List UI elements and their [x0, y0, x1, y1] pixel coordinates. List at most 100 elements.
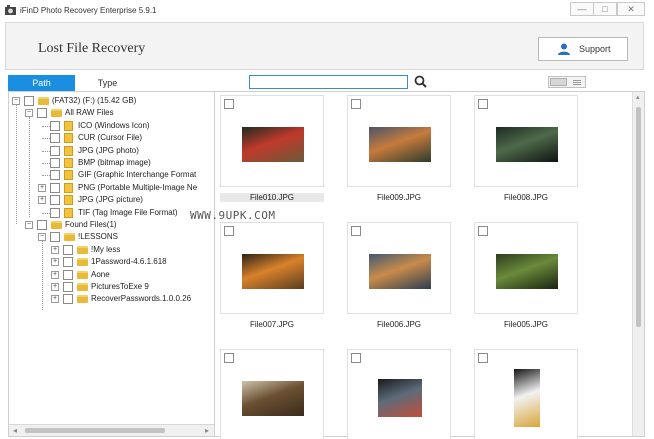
header-bar: Lost File Recovery Support: [5, 22, 644, 70]
tree-checkbox[interactable]: [37, 108, 47, 119]
thumbnail-card[interactable]: [474, 349, 578, 439]
thumbnail-card[interactable]: [220, 222, 324, 314]
tree-connector: [42, 212, 50, 214]
tree-checkbox[interactable]: [63, 269, 73, 280]
collapse-icon[interactable]: −: [25, 221, 33, 229]
list-view-icon[interactable]: [570, 78, 584, 86]
tree-checkbox[interactable]: [50, 170, 60, 181]
search-icon[interactable]: [414, 75, 427, 88]
maximize-button[interactable]: □: [593, 2, 617, 16]
minimize-button[interactable]: —: [570, 2, 594, 16]
thumbnail-checkbox[interactable]: [478, 99, 488, 109]
tree-item[interactable]: TIF (Tag Image File Format): [9, 207, 214, 219]
tree-checkbox[interactable]: [50, 133, 60, 144]
thumbnail-card[interactable]: [220, 95, 324, 187]
thumbnail-checkbox[interactable]: [478, 226, 488, 236]
thumbnail-card[interactable]: [220, 349, 324, 439]
tree-item[interactable]: − Found Files(1): [9, 219, 214, 231]
tree-checkbox[interactable]: [63, 257, 73, 268]
scroll-right-icon[interactable]: ▸: [205, 426, 209, 435]
horizontal-scrollbar[interactable]: ◂ ▸: [9, 424, 214, 436]
expand-icon[interactable]: +: [51, 283, 59, 291]
tree-checkbox[interactable]: [50, 232, 60, 243]
thumbnail-checkbox[interactable]: [224, 353, 234, 363]
tree-item[interactable]: − All RAW Files: [9, 107, 214, 119]
tree-item[interactable]: + !My less: [9, 244, 214, 256]
tree-checkbox[interactable]: [63, 282, 73, 292]
expand-icon[interactable]: +: [51, 295, 59, 304]
tree-item[interactable]: + JPG (JPG picture): [9, 194, 214, 206]
tree-connector: [42, 175, 50, 177]
thumbnail-checkbox[interactable]: [351, 226, 361, 236]
folder-icon: [77, 258, 88, 267]
tree-connector: [42, 138, 50, 140]
close-icon: ✕: [627, 4, 635, 14]
tab-type[interactable]: Type: [76, 75, 139, 91]
thumbnail-card[interactable]: [474, 95, 578, 187]
scroll-up-icon[interactable]: ▴: [636, 93, 640, 101]
tree-item[interactable]: CUR (Cursor File): [9, 132, 214, 144]
tree-item-label: All RAW Files: [65, 108, 114, 118]
tree-item[interactable]: + PNG (Portable Multiple-Image Ne: [9, 182, 214, 194]
grid-view-icon[interactable]: [550, 78, 567, 86]
tree-checkbox[interactable]: [50, 195, 60, 206]
file-icon: [64, 182, 73, 193]
photo-thumbnail: [369, 253, 431, 289]
expand-icon[interactable]: +: [51, 270, 59, 279]
close-button[interactable]: ✕: [617, 2, 645, 16]
tree-item-label: BMP (bitmap image): [78, 158, 151, 167]
file-icon: [64, 133, 73, 144]
tree-checkbox[interactable]: [50, 145, 60, 156]
tab-path[interactable]: Path: [8, 75, 75, 91]
maximize-icon: □: [602, 4, 608, 14]
thumbnail-card[interactable]: [474, 222, 578, 314]
search-input[interactable]: [249, 75, 408, 89]
tree-item-label: 1Password-4.6.1.618: [91, 257, 167, 267]
expand-icon[interactable]: +: [51, 245, 59, 254]
tree-item[interactable]: ICO (Windows Icon): [9, 120, 214, 132]
tree-item[interactable]: + RecoverPasswords.1.0.0.26: [9, 293, 214, 305]
thumbnail-checkbox[interactable]: [351, 99, 361, 109]
tree-item[interactable]: − (FAT32) (F:) (15.42 GB): [9, 95, 214, 107]
tree-item[interactable]: + Aone: [9, 269, 214, 281]
minimize-icon: —: [577, 4, 587, 14]
tree-checkbox[interactable]: [50, 207, 60, 218]
tree-connector: [42, 125, 50, 127]
thumbnail-card[interactable]: [347, 349, 451, 439]
thumbnail-checkbox[interactable]: [478, 353, 488, 363]
tree-item-label: JPG (JPG picture): [78, 195, 143, 205]
thumbnail-card[interactable]: [347, 95, 451, 187]
tree-item[interactable]: − !LESSONS: [9, 231, 214, 243]
vertical-scrollbar[interactable]: ▴: [632, 92, 644, 436]
tree-checkbox[interactable]: [50, 182, 60, 193]
tree-checkbox[interactable]: [50, 158, 60, 168]
tree-item[interactable]: BMP (bitmap image): [9, 157, 214, 169]
watermark: WWW.9UPK.COM: [190, 209, 276, 222]
expand-icon[interactable]: +: [38, 196, 46, 205]
tree-item[interactable]: GIF (Graphic Interchange Format: [9, 169, 214, 181]
file-icon: [64, 195, 73, 206]
tree-item-label: JPG (JPG photo): [78, 145, 139, 155]
tree-item[interactable]: +1Password-4.6.1.618: [9, 256, 214, 268]
tree-checkbox[interactable]: [24, 96, 34, 106]
tree-item-label: CUR (Cursor File): [78, 133, 142, 143]
scroll-left-icon[interactable]: ◂: [13, 426, 17, 435]
tree-item-label: !My less: [91, 244, 121, 254]
tree-checkbox[interactable]: [37, 220, 47, 230]
thumbnail-checkbox[interactable]: [224, 226, 234, 236]
folder-tree-panel: − (FAT32) (F:) (15.42 GB) − All RAW Files IC…: [8, 91, 215, 437]
scroll-thumb[interactable]: [636, 107, 641, 327]
tree-item[interactable]: JPG (JPG photo): [9, 145, 214, 157]
thumbnail-card[interactable]: [347, 222, 451, 314]
thumbnail-checkbox[interactable]: [224, 99, 234, 109]
thumbnail-checkbox[interactable]: [351, 353, 361, 363]
expand-icon[interactable]: +: [38, 183, 46, 192]
expand-icon[interactable]: +: [51, 258, 59, 267]
tree-item[interactable]: + PicturesToExe 9: [9, 281, 214, 293]
support-button[interactable]: Support: [538, 37, 628, 61]
scroll-thumb[interactable]: [25, 428, 165, 433]
tree-checkbox[interactable]: [63, 244, 73, 255]
tree-checkbox[interactable]: [63, 294, 73, 305]
tree-connector: [42, 150, 50, 152]
tree-checkbox[interactable]: [50, 120, 60, 131]
